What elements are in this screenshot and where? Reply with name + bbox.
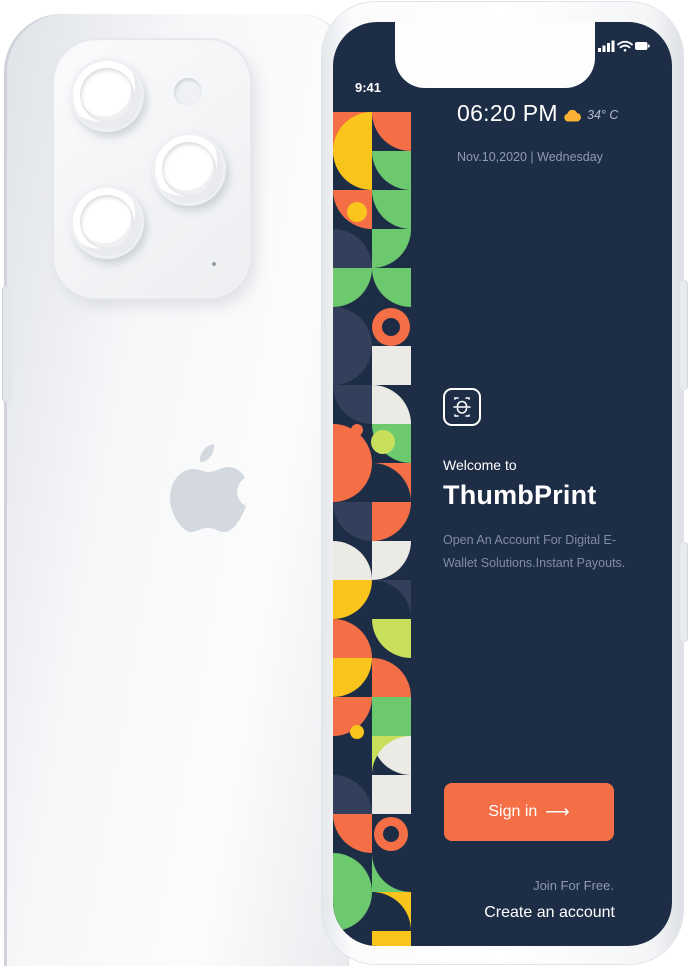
status-time: 9:41: [355, 80, 382, 95]
battery-icon: [635, 42, 650, 50]
sign-in-button[interactable]: Sign in ⟶: [444, 783, 614, 841]
side-button: [680, 542, 688, 642]
create-account-link[interactable]: Create an account: [484, 904, 615, 922]
app-screen: 9:41 06:20 PM Nov.10,2020 | Wednesday 34…: [333, 22, 672, 946]
signal-icon: [598, 40, 615, 52]
arrow-right-icon: ⟶: [545, 802, 570, 821]
weather-temperature: 34° C: [587, 108, 619, 122]
camera-module: [54, 40, 250, 298]
camera-lens: [70, 185, 144, 259]
side-button: [2, 286, 12, 402]
power-button: [680, 280, 688, 390]
welcome-text: Welcome to: [443, 457, 517, 473]
camera-lens: [152, 132, 226, 206]
flash-icon: [174, 78, 202, 106]
fingerprint-scan-icon: [443, 388, 481, 426]
app-name: ThumbPrint: [443, 480, 597, 510]
tagline: Open An Account For Digital E-Wallet Sol…: [443, 533, 626, 570]
weather-widget: 34° C: [563, 108, 618, 122]
status-icons: [598, 40, 650, 52]
wifi-icon: [617, 40, 633, 52]
clock-date: Nov.10,2020 | Wednesday: [457, 150, 603, 164]
cloud-icon: [564, 109, 581, 121]
notch: [395, 22, 595, 88]
phone-front: 9:41 06:20 PM Nov.10,2020 | Wednesday 34…: [322, 2, 688, 964]
microphone-dot: [212, 262, 216, 266]
clock-time: 06:20 PM: [457, 100, 558, 126]
phone-back: [2, 14, 349, 966]
apple-logo-icon: [170, 444, 246, 532]
sign-in-label: Sign in: [488, 803, 538, 820]
decorative-pattern: [333, 112, 411, 946]
join-text: Join For Free.: [533, 878, 614, 893]
camera-lens: [70, 58, 144, 132]
